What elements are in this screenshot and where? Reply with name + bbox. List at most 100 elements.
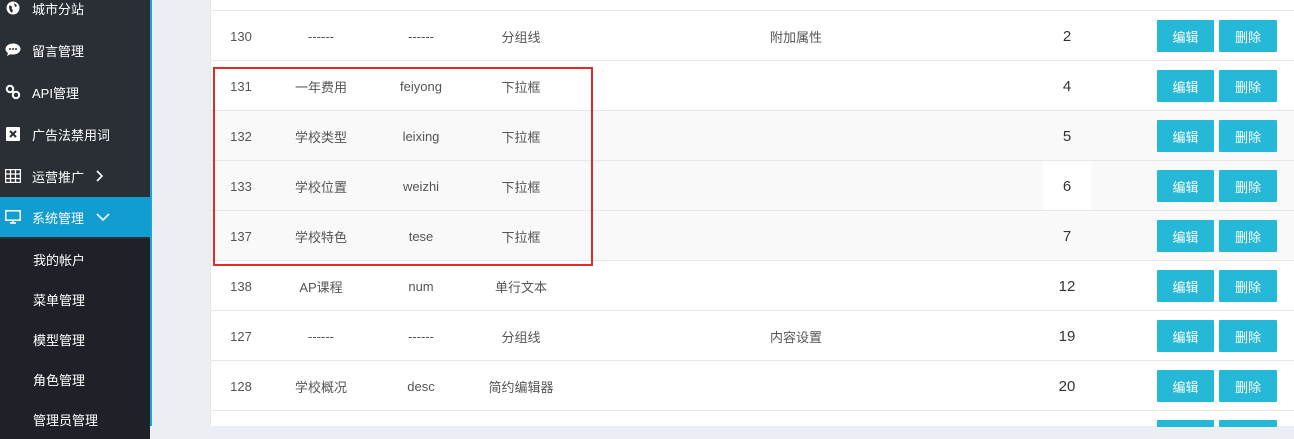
- delete-button[interactable]: 删除: [1219, 70, 1277, 102]
- cell-field: feiyong: [400, 78, 442, 94]
- cell-sort-order: 2: [1062, 27, 1072, 45]
- table-row: 138 AP课程 num 单行文本 12 编辑 删除: [211, 260, 1294, 311]
- globe-icon: [4, 0, 22, 17]
- cell-type: 简约编辑器: [488, 379, 554, 395]
- sidebar-item-messages[interactable]: 留言管理: [0, 30, 150, 70]
- edit-button[interactable]: 编辑: [1157, 270, 1214, 302]
- delete-button[interactable]: 删除: [1219, 120, 1277, 152]
- sidebar-item-city-station[interactable]: 城市分站: [0, 0, 150, 28]
- table-row: 132 学校类型 leixing 下拉框 5 编辑 删除: [211, 110, 1294, 161]
- cell-id: 131: [230, 78, 252, 94]
- cell-name: 学校类型: [294, 129, 347, 145]
- edit-button[interactable]: 编辑: [1157, 370, 1214, 402]
- edit-button[interactable]: 编辑: [1157, 170, 1214, 202]
- sidebar-subitem-role-management[interactable]: 角色管理: [0, 359, 150, 399]
- cell-group: 内容设置: [769, 329, 822, 345]
- edit-button[interactable]: 编辑: [1157, 20, 1214, 52]
- table-icon: [4, 167, 22, 185]
- cell-field: desc: [407, 378, 435, 394]
- delete-button[interactable]: 删除: [1219, 170, 1277, 202]
- table-row-partial: [211, 410, 1294, 427]
- edit-button[interactable]: 编辑: [1157, 220, 1214, 252]
- edit-button[interactable]: 编辑: [1157, 120, 1214, 152]
- sidebar-subitem-label: 我的帐户: [33, 252, 86, 268]
- cell-field: ------: [408, 28, 434, 44]
- delete-button[interactable]: 删除: [1219, 20, 1277, 52]
- table-row: 130 ------ ------ 分组线 附加属性 2 编辑 删除: [211, 10, 1294, 61]
- cell-name: 一年费用: [294, 79, 347, 95]
- field-table: 130 ------ ------ 分组线 附加属性 2 编辑 删除 131 一…: [210, 0, 1294, 427]
- sidebar-subitem-menu-management[interactable]: 菜单管理: [0, 279, 150, 319]
- cell-group: [691, 61, 901, 111]
- sidebar-item-api[interactable]: API管理: [0, 72, 150, 112]
- cell-id: 137: [230, 228, 252, 244]
- cell-id: 128: [230, 378, 252, 394]
- sidebar-item-label: 广告法禁用词: [32, 127, 111, 143]
- edit-button[interactable]: 编辑: [1157, 70, 1214, 102]
- sidebar-item-label: API管理: [32, 85, 79, 101]
- cell-type: 下拉框: [501, 79, 541, 95]
- chevron-down-icon: [96, 212, 110, 222]
- table-row: 127 ------ ------ 分组线 内容设置 19 编辑 删除: [211, 310, 1294, 361]
- cell-name: ------: [308, 328, 334, 344]
- cell-sort-order: 20: [1058, 377, 1076, 395]
- sidebar-subitem-my-account[interactable]: 我的帐户: [0, 239, 150, 279]
- sidebar-subitem-label: 菜单管理: [33, 292, 86, 308]
- table-row-partial: [211, 0, 1294, 10]
- cell-sort-order: 4: [1062, 77, 1072, 95]
- table-row: 128 学校概况 desc 简约编辑器 20 编辑 删除: [211, 360, 1294, 411]
- cell-name: 学校位置: [294, 179, 347, 195]
- monitor-icon: [4, 208, 22, 226]
- cell-type: 分组线: [501, 29, 541, 45]
- sidebar-item-label: 留言管理: [32, 43, 85, 59]
- sidebar-subitem-label: 模型管理: [33, 332, 86, 348]
- cell-field: weizhi: [402, 178, 440, 194]
- close-box-icon: [4, 125, 22, 143]
- cell-type: 下拉框: [501, 179, 541, 195]
- sidebar-subitem-admin-management[interactable]: 管理员管理: [0, 399, 150, 439]
- delete-button[interactable]: 删除: [1219, 370, 1277, 402]
- cell-type: 下拉框: [501, 229, 541, 245]
- cell-name: 学校概况: [294, 379, 347, 395]
- cell-type: 下拉框: [501, 129, 541, 145]
- sort-order-input[interactable]: 6: [1043, 161, 1091, 211]
- link-icon: [4, 83, 22, 101]
- chevron-right-icon: [96, 170, 104, 182]
- edit-button[interactable]: 编辑: [1157, 320, 1214, 352]
- cell-name: 学校特色: [294, 229, 347, 245]
- delete-button[interactable]: 删除: [1219, 270, 1277, 302]
- comment-icon: [4, 41, 22, 59]
- sidebar-item-promotion[interactable]: 运营推广: [0, 156, 150, 196]
- cell-sort-order: 5: [1062, 127, 1072, 145]
- cell-field: ------: [408, 328, 434, 344]
- sidebar: 城市分站 留言管理 API管理 广告法禁用词 运营推广 系统管理 我的帐户 菜单…: [0, 0, 152, 439]
- cell-name: AP课程: [299, 279, 343, 295]
- cell-type: 分组线: [501, 329, 541, 345]
- cell-group: [691, 111, 901, 161]
- sidebar-item-system[interactable]: 系统管理: [0, 197, 150, 237]
- cell-sort-order: 19: [1058, 327, 1076, 345]
- cell-id: 127: [230, 328, 252, 344]
- table-row: 137 学校特色 tese 下拉框 7 编辑 删除: [211, 210, 1294, 261]
- content-gutter: [152, 0, 183, 426]
- cell-name: ------: [308, 28, 334, 44]
- cell-id: 130: [230, 28, 252, 44]
- cell-sort-order: 12: [1058, 277, 1076, 295]
- table-row: 133 学校位置 weizhi 下拉框 6 编辑 删除: [211, 160, 1294, 211]
- sidebar-item-label: 城市分站: [32, 1, 85, 17]
- cell-id: 138: [230, 278, 252, 294]
- sidebar-item-banned-words[interactable]: 广告法禁用词: [0, 114, 150, 154]
- delete-button[interactable]: 删除: [1219, 220, 1277, 252]
- table-row: 131 一年费用 feiyong 下拉框 4 编辑 删除: [211, 60, 1294, 111]
- cell-id: 133: [230, 178, 252, 194]
- cell-group: [691, 211, 901, 261]
- delete-button[interactable]: 删除: [1219, 320, 1277, 352]
- sidebar-subitem-model-management[interactable]: 模型管理: [0, 319, 150, 359]
- cell-group: 附加属性: [769, 29, 822, 45]
- cell-field: tese: [408, 228, 434, 244]
- sidebar-item-label: 系统管理: [32, 210, 85, 226]
- cell-field: leixing: [402, 128, 440, 144]
- cell-group: [691, 361, 901, 411]
- sidebar-subitem-label: 角色管理: [33, 372, 86, 388]
- cell-group: [691, 261, 901, 311]
